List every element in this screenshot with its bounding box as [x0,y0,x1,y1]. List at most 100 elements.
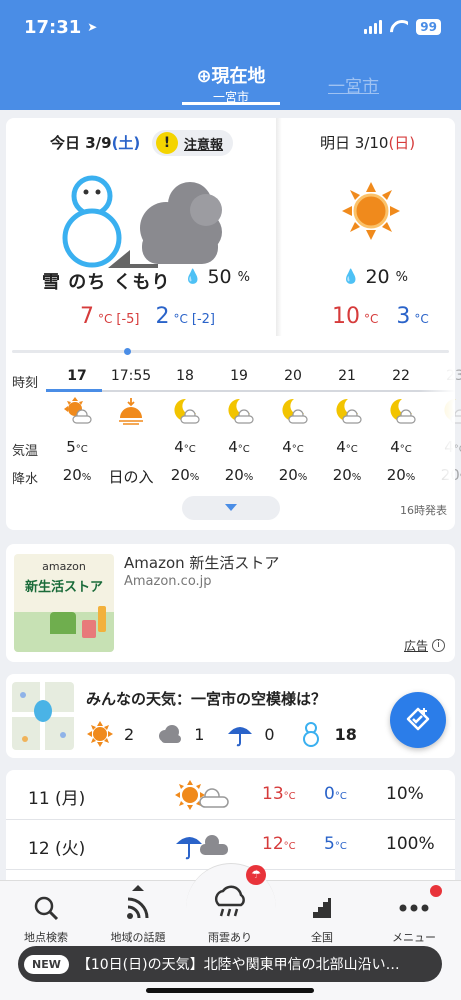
nav-local-topics-label: 地域の話題 [110,931,166,944]
today-min-unit: °C [173,312,188,326]
hourly-forecast[interactable]: 時刻 気温 降水 17 5°C 20% 17:55 日の入 18 4°C 20% 19 4°C 20… [6,368,461,498]
active-indicator [132,885,144,891]
ad-label[interactable]: 広告 i [404,637,445,654]
moon-cloud-icon [278,396,308,426]
week-min: 0 [324,784,335,804]
tomorrow-dow: (日) [388,134,416,152]
tomorrow-temps: 10 °C 3 °C [332,304,429,329]
location-arrow-icon: ➤ [87,20,98,34]
sun-count: 2 [124,724,135,744]
tab-current-title: 現在地 [211,66,266,87]
sun-cloud-icon [175,780,229,810]
ad-url: Amazon.co.jp [124,574,212,589]
hour-rain: 20% [332,466,362,484]
tomorrow-precip: 20 [365,266,390,288]
search-icon [34,896,59,921]
hour-label: 21 [338,368,356,384]
more-icon [399,904,429,912]
community-title: みんなの天気：一宮市の空模様は？ [86,690,327,708]
scroll-position-dot [124,348,131,355]
rain-cloud-icon [214,885,245,917]
cloud-count: 1 [194,724,205,744]
sun-cloud-icon [62,396,92,426]
snow-then-cloudy-icon [62,175,222,268]
week-max-unit: °C [283,841,296,852]
status-time: 17:31 [24,16,82,38]
snowman-count: 18 [334,724,357,744]
umbrella-icon [228,727,253,747]
today-panel[interactable]: 今日 3/9(土) ! 注意報 雪 のち くもり 💧 50% 7 °C [-5] … [6,118,278,338]
week-precip: 100% [386,834,435,854]
tab-current-location[interactable]: ⊕現在地 一宮市 [182,62,280,105]
row-label-rain: 降水 [12,472,39,487]
tomorrow-min-unit: °C [414,312,429,326]
tomorrow-panel[interactable]: 明日 3/10(日) 💧 20% 10 °C 3 °C [282,118,455,338]
moon-cloud-icon [386,396,416,426]
nav-menu-label: メニュー [392,931,436,944]
today-description: 雪 のち くもり [42,272,171,293]
nav-local-topics[interactable]: 地域の話題 [92,893,184,945]
rss-icon [127,897,149,919]
week-date: 11 (月) [28,789,86,809]
raindrop-icon: 💧 [342,269,360,285]
wifi-icon [390,20,408,34]
advisory-button[interactable]: ! 注意報 [152,130,234,156]
news-headline: 【10日(日)の天気】北陸や関東甲信の北部山沿い… [76,957,400,973]
today-precip-unit: % [237,269,250,285]
today-dow: (土) [111,134,141,152]
ad-image[interactable]: amazon 新生活ストア [14,554,114,652]
map-thumbnail [12,682,74,750]
week-row[interactable]: 11 (月) 13°C 0°C 10% [6,770,455,820]
today-min-temp: 2 [155,304,170,329]
snowman-icon [302,722,319,747]
ad-title[interactable]: Amazon 新生活ストア [124,552,279,573]
japan-map-icon [313,898,331,918]
community-weather-card[interactable]: みんなの天気：一宮市の空模様は？ 2 1 0 18 [6,674,455,758]
hourly-scroll-indicator [12,348,449,355]
chevron-down-icon [225,504,237,511]
moon-cloud-icon [170,396,200,426]
ad-image-brand: amazon [42,560,86,573]
hour-axis-line [46,390,455,392]
umbrella-count: 0 [264,724,275,744]
nav-rain-radar-label: 雨雲あり [208,931,252,944]
ad-label-text: 広告 [403,639,428,653]
nav-search[interactable]: 地点検索 [0,893,92,945]
crosshair-icon: ⊕ [196,66,212,87]
news-ticker[interactable]: NEW 【10日(日)の天気】北陸や関東甲信の北部山沿い… [18,946,442,982]
hourly-fade [419,368,455,498]
week-min: 5 [324,834,335,854]
hour-label: 20 [284,368,302,384]
tomorrow-min-temp: 3 [396,304,411,329]
week-min-unit: °C [334,791,347,802]
hour-label: 18 [176,368,194,384]
umbrella-badge-icon: ☂ [246,865,266,885]
signal-icon [364,20,383,34]
hour-rain: 20% [278,466,308,484]
today-max-temp: 7 [80,304,94,329]
notification-dot [430,885,442,897]
expand-hourly-button[interactable] [182,496,280,520]
today-temps: 7 °C [-5] 2 °C [-2] [80,304,215,329]
tomorrow-max-unit: °C [364,312,379,326]
week-max: 12 [262,834,284,854]
chat-plus-icon [406,707,430,731]
tab-ichinomiya[interactable]: 一宮市 [328,72,379,97]
hour-rain: 日の入 [108,468,154,486]
sunset-icon [116,396,146,426]
umbrella-cloud-icon [176,835,228,860]
nav-search-label: 地点検索 [24,931,68,944]
hour-temp: 4°C [336,438,358,456]
hour-temp: 4°C [228,438,250,456]
hour-label: 17:55 [110,368,152,384]
ad-card[interactable]: amazon 新生活ストア Amazon 新生活ストア Amazon.co.jp… [6,544,455,662]
nav-rain-radar[interactable]: 雨雲あり [184,881,276,945]
sun-icon [87,721,113,747]
map-pin-icon [34,700,52,722]
post-weather-button[interactable] [390,692,446,748]
home-indicator [146,988,314,993]
nav-menu[interactable]: メニュー [368,893,460,945]
hour-label: 17 [67,368,87,384]
community-stats: 2 1 0 18 [86,720,357,748]
nav-nationwide[interactable]: 全国 [276,893,368,945]
